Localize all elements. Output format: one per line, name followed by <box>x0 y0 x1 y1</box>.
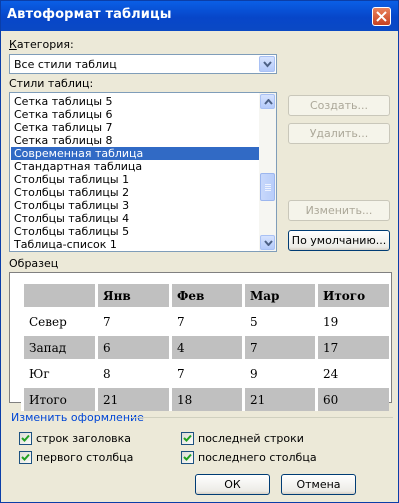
preview-cell: Запад <box>21 333 97 361</box>
preview-row: Запад 6 4 7 17 <box>21 333 389 361</box>
preview-header-row: Янв Фев Мар Итого <box>21 281 389 309</box>
checkbox-label: строк заголовка <box>36 432 132 445</box>
preview-cell: 4 <box>169 333 244 361</box>
checkbox-label: последнего столбца <box>198 451 317 464</box>
preview-cell: 8 <box>95 359 171 387</box>
category-label: Категория: <box>9 38 74 51</box>
preview-cell: 21 <box>242 385 317 411</box>
preview-cell: 60 <box>315 385 389 411</box>
preview-total-row: Итого 21 18 21 60 <box>21 385 389 411</box>
preview-cell: 7 <box>169 359 244 387</box>
style-list-item[interactable]: Современная таблица <box>11 147 261 160</box>
preview-row: Юг 8 7 9 24 <box>21 359 389 387</box>
chevron-up-icon <box>264 99 273 105</box>
preview-header-cell <box>21 281 97 309</box>
preview-cell: Север <box>21 307 97 335</box>
checkbox-label: последней строки <box>198 432 304 445</box>
style-list-item[interactable]: Стандартная таблица <box>11 160 261 173</box>
table-styles-items: Сетка таблицы 5 Сетка таблицы 6 Сетка табл… <box>11 95 261 251</box>
preview-cell: 17 <box>315 333 389 361</box>
delete-button[interactable]: Удалить... <box>288 123 390 144</box>
preview-cell: 24 <box>315 359 389 387</box>
style-list-item[interactable]: Сетка таблицы 7 <box>11 121 261 134</box>
style-list-item[interactable]: Столбцы таблицы 1 <box>11 173 261 186</box>
style-list-item[interactable]: Столбцы таблицы 3 <box>11 199 261 212</box>
default-button[interactable]: По умолчанию... <box>288 230 390 251</box>
preview-cell: Юг <box>21 359 97 387</box>
scroll-up-button[interactable] <box>260 94 275 109</box>
group-divider <box>131 417 393 418</box>
preview-cell: 7 <box>169 307 244 335</box>
checkbox-box[interactable] <box>181 432 194 445</box>
preview-row: Север 7 7 5 19 <box>21 307 389 335</box>
close-button[interactable] <box>372 7 391 26</box>
category-select[interactable]: Все стили таблиц <box>9 54 277 74</box>
preview-header-cell: Итого <box>315 281 389 309</box>
dialog-title: Автоформат таблицы <box>7 7 172 22</box>
modify-button[interactable]: Изменить... <box>288 200 390 221</box>
title-bar[interactable]: Автоформат таблицы <box>1 1 398 31</box>
style-list-item[interactable]: Столбцы таблицы 2 <box>11 186 261 199</box>
preview-header-cell: Фев <box>169 281 244 309</box>
style-list-item[interactable]: Сетка таблицы 6 <box>11 108 261 121</box>
category-selected-value: Все стили таблиц <box>14 58 117 71</box>
checkmark-icon <box>21 453 30 461</box>
autoformat-dialog: Автоформат таблицы Категория: Все стили … <box>0 0 399 503</box>
chevron-down-icon <box>264 240 273 246</box>
scroll-down-button[interactable] <box>260 235 275 250</box>
category-dropdown-button[interactable] <box>259 56 275 72</box>
preview-cell: 21 <box>95 385 171 411</box>
preview-header-cell: Янв <box>95 281 171 309</box>
styles-label: Стили таблиц: <box>9 77 94 90</box>
close-icon <box>376 11 387 22</box>
checkmark-icon <box>183 453 192 461</box>
checkbox-box[interactable] <box>181 451 194 464</box>
checkmark-icon <box>183 434 192 442</box>
checkmark-icon <box>21 434 30 442</box>
preview-cell: 6 <box>95 333 171 361</box>
style-list-item[interactable]: Столбцы таблицы 4 <box>11 212 261 225</box>
preview-header-cell: Мар <box>242 281 317 309</box>
preview-cell: 18 <box>169 385 244 411</box>
checkbox-label: первого столбца <box>36 451 134 464</box>
chevron-down-icon <box>263 61 272 68</box>
preview-cell: 7 <box>95 307 171 335</box>
styles-scrollbar[interactable] <box>259 93 276 251</box>
preview-panel: Янв Фев Мар Итого Север 7 7 5 19 Запад 6… <box>9 272 392 411</box>
style-list-item[interactable]: Столбцы таблицы 5 <box>11 225 261 238</box>
preview-cell: 19 <box>315 307 389 335</box>
preview-cell: 7 <box>242 333 317 361</box>
style-list-item[interactable]: Сетка таблицы 5 <box>11 95 261 108</box>
create-button[interactable]: Создать... <box>288 95 390 116</box>
style-list-item[interactable]: Сетка таблицы 8 <box>11 134 261 147</box>
preview-table: Янв Фев Мар Итого Север 7 7 5 19 Запад 6… <box>21 281 389 411</box>
checkbox-box[interactable] <box>19 432 32 445</box>
preview-label: Образец <box>9 257 59 270</box>
table-styles-list[interactable]: Сетка таблицы 5 Сетка таблицы 6 Сетка табл… <box>9 92 277 252</box>
apply-group-label: Изменить оформление <box>11 411 144 424</box>
preview-cell: 5 <box>242 307 317 335</box>
checkbox-box[interactable] <box>19 451 32 464</box>
preview-cell: 9 <box>242 359 317 387</box>
cancel-button[interactable]: Отмена <box>281 474 356 495</box>
style-list-item[interactable]: Таблица-список 1 <box>11 238 261 251</box>
scroll-thumb[interactable] <box>260 173 275 201</box>
ok-button[interactable]: ОК <box>195 474 270 495</box>
preview-cell: Итого <box>21 385 97 411</box>
